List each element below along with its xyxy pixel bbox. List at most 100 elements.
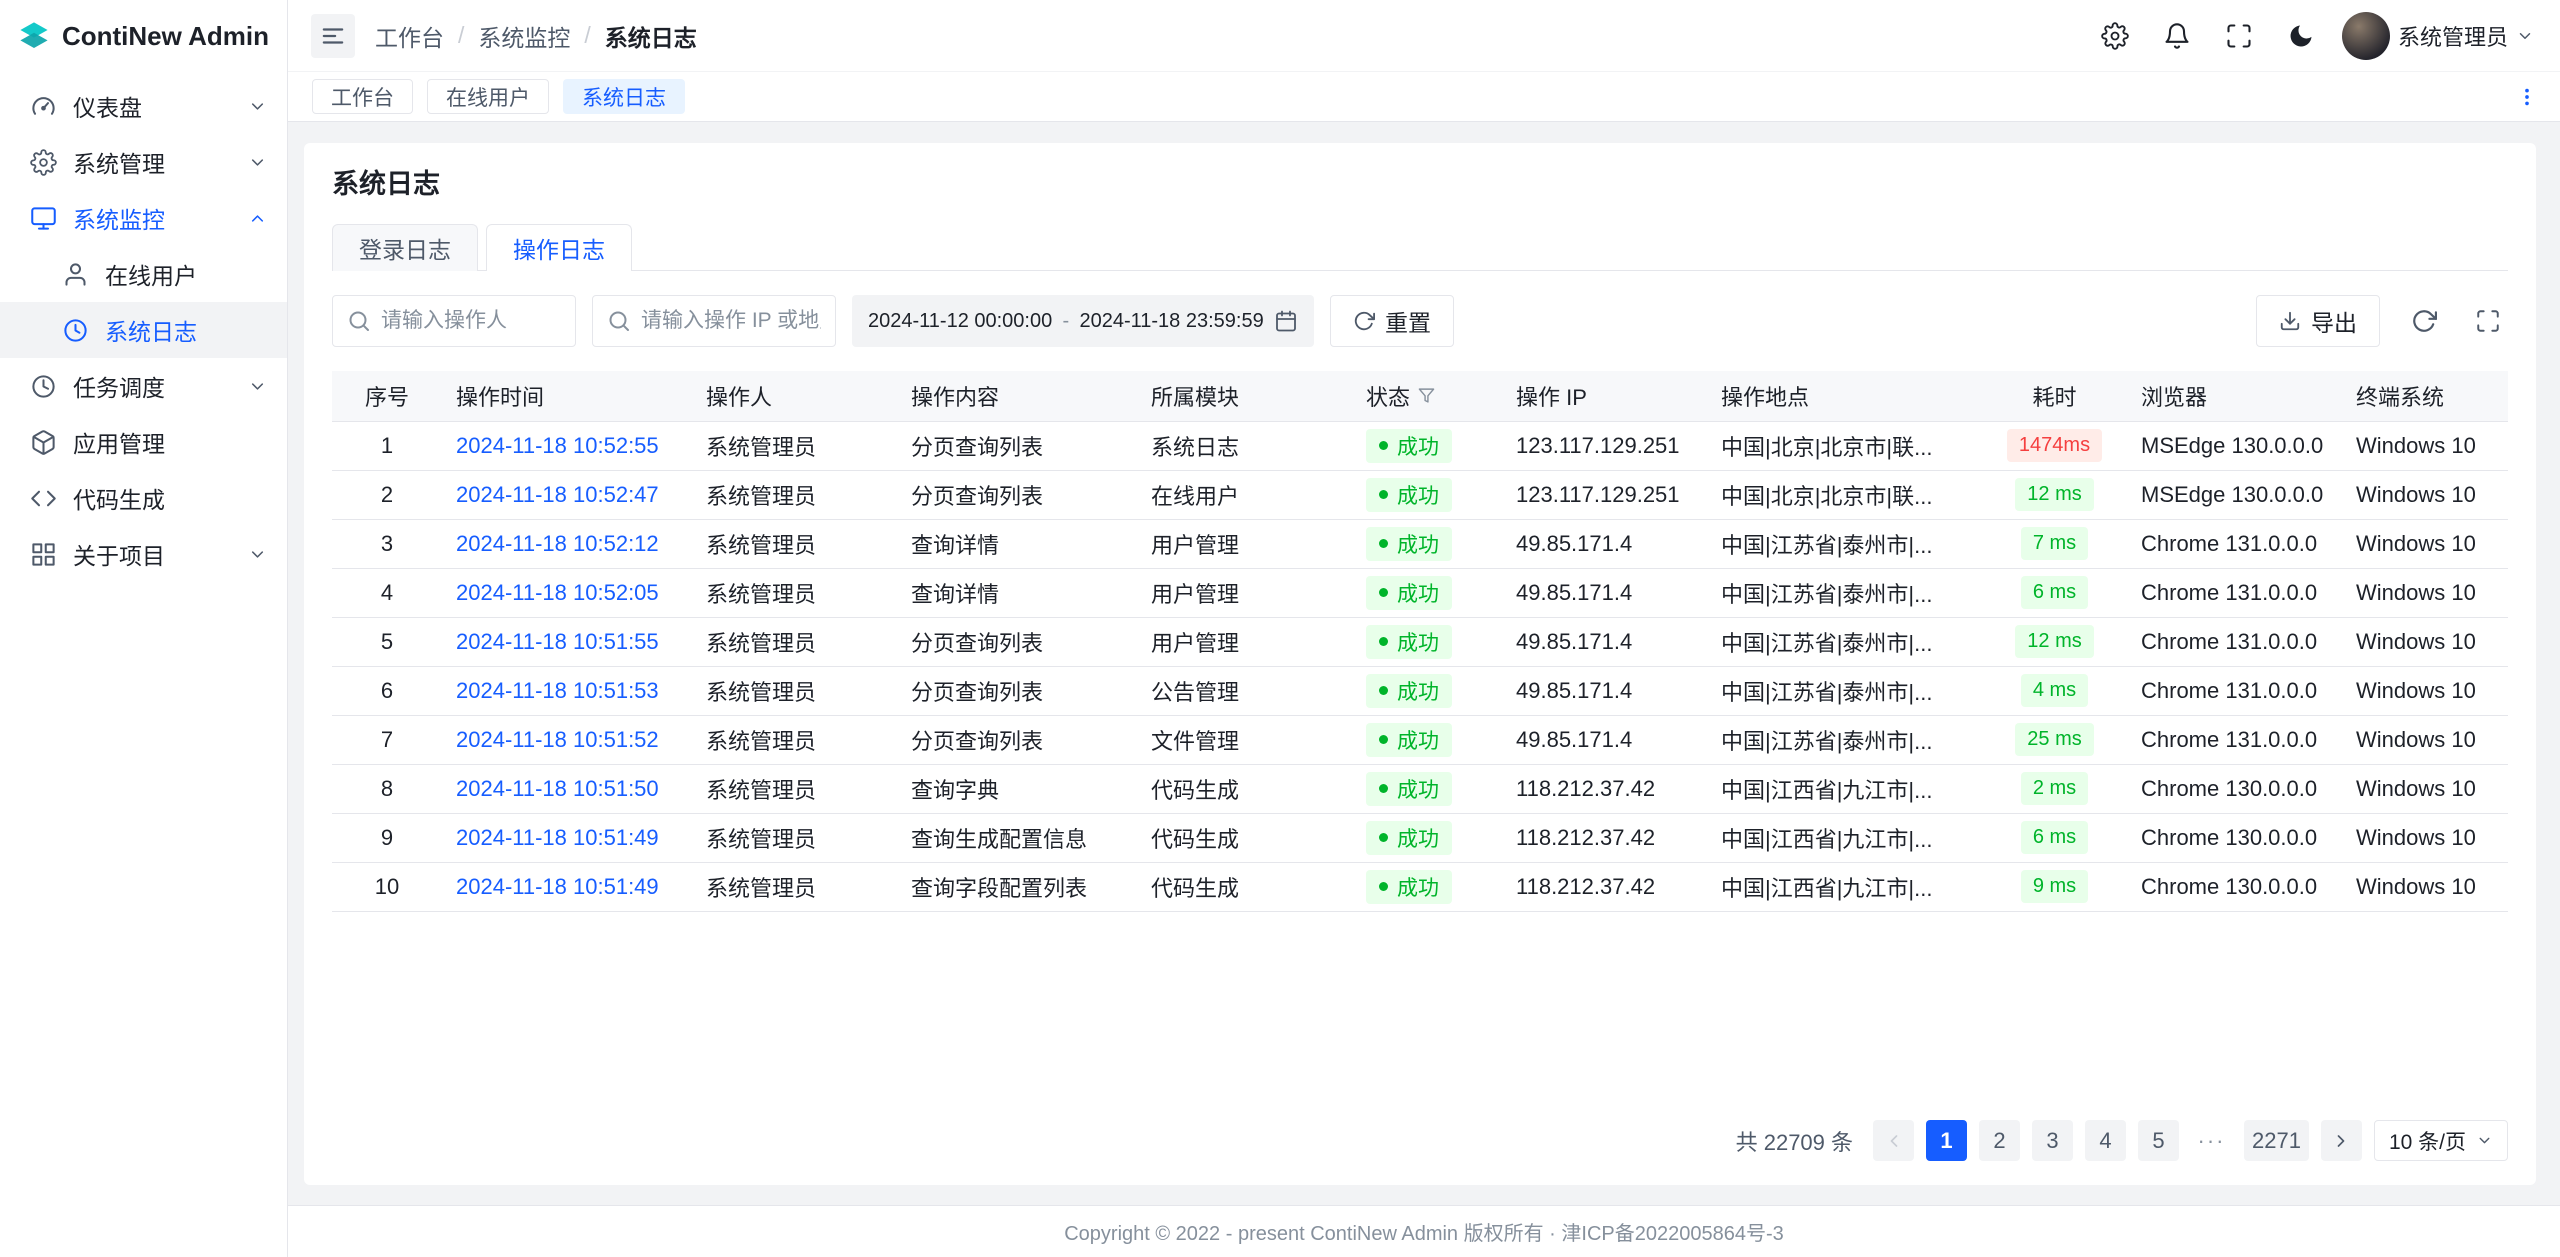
filter-funnel-icon[interactable] xyxy=(1418,387,1435,404)
refresh-table-button[interactable] xyxy=(2404,301,2444,341)
page-size-select[interactable]: 10 条/页 xyxy=(2374,1120,2508,1161)
cell-os: Windows 10 xyxy=(2342,715,2508,764)
next-page-button[interactable] xyxy=(2321,1120,2362,1161)
status-badge: 成功 xyxy=(1366,674,1452,708)
breadcrumb-item[interactable]: 工作台 xyxy=(375,19,444,53)
refresh-icon xyxy=(1353,310,1375,332)
ip-search-input[interactable] xyxy=(641,309,821,333)
time-link[interactable]: 2024-11-18 10:51:55 xyxy=(456,629,659,654)
cell-location: 中国|江苏省|泰州市|... xyxy=(1707,568,1982,617)
page-button-last[interactable]: 2271 xyxy=(2244,1120,2309,1161)
cell-no: 6 xyxy=(332,666,442,715)
filter-bar: 2024-11-12 00:00:00 - 2024-11-18 23:59:5… xyxy=(332,295,2508,347)
duration-badge: 6 ms xyxy=(2021,821,2088,854)
operator-search-input[interactable] xyxy=(381,309,561,333)
time-link[interactable]: 2024-11-18 10:52:55 xyxy=(456,433,659,458)
chevron-down-icon xyxy=(248,545,267,564)
time-link[interactable]: 2024-11-18 10:51:49 xyxy=(456,825,659,850)
page-button-3[interactable]: 3 xyxy=(2032,1120,2073,1161)
cell-no: 7 xyxy=(332,715,442,764)
notifications-button[interactable] xyxy=(2156,15,2198,57)
time-link[interactable]: 2024-11-18 10:52:12 xyxy=(456,531,659,556)
sidebar-item-dashboard[interactable]: 仪表盘 xyxy=(0,78,287,134)
cell-duration: 1474ms xyxy=(1982,421,2127,470)
cell-ip: 118.212.37.42 xyxy=(1502,764,1707,813)
cell-module: 公告管理 xyxy=(1137,666,1352,715)
sidebar-item-label: 在线用户 xyxy=(105,257,267,291)
export-button[interactable]: 导出 xyxy=(2256,295,2380,347)
duration-badge: 25 ms xyxy=(2015,723,2093,756)
cell-ip: 49.85.171.4 xyxy=(1502,666,1707,715)
cell-browser: Chrome 131.0.0.0 xyxy=(2127,617,2342,666)
sidebar-item-code-generation[interactable]: 代码生成 xyxy=(0,470,287,526)
collapse-sidebar-button[interactable] xyxy=(311,14,355,58)
reset-button[interactable]: 重置 xyxy=(1330,295,1454,347)
col-module: 所属模块 xyxy=(1137,371,1352,421)
cell-os: Windows 10 xyxy=(2342,421,2508,470)
system-log-card: 系统日志 登录日志 操作日志 2024-11-12 00:00: xyxy=(304,143,2536,1185)
time-link[interactable]: 2024-11-18 10:52:05 xyxy=(456,580,659,605)
status-dot xyxy=(1379,686,1388,695)
cell-ip: 49.85.171.4 xyxy=(1502,617,1707,666)
col-status[interactable]: 状态 xyxy=(1352,371,1502,421)
time-link[interactable]: 2024-11-18 10:51:53 xyxy=(456,678,659,703)
date-range-picker[interactable]: 2024-11-12 00:00:00 - 2024-11-18 23:59:5… xyxy=(852,295,1314,347)
sidebar-item-system-management[interactable]: 系统管理 xyxy=(0,134,287,190)
cell-location: 中国|北京|北京市|联... xyxy=(1707,421,1982,470)
page-button-5[interactable]: 5 xyxy=(2138,1120,2179,1161)
gear-icon xyxy=(30,149,57,176)
duration-badge: 1474ms xyxy=(2007,429,2102,462)
fullscreen-table-button[interactable] xyxy=(2468,301,2508,341)
cell-content: 查询详情 xyxy=(897,568,1137,617)
col-time: 操作时间 xyxy=(442,371,692,421)
sidebar-item-system-logs[interactable]: 系统日志 xyxy=(0,302,287,358)
col-content: 操作内容 xyxy=(897,371,1137,421)
sidebar-item-system-monitor[interactable]: 系统监控 xyxy=(0,190,287,246)
prev-page-button[interactable] xyxy=(1873,1120,1914,1161)
route-tab-workbench[interactable]: 工作台 xyxy=(312,79,413,114)
dark-mode-button[interactable] xyxy=(2280,15,2322,57)
cell-operator: 系统管理员 xyxy=(692,617,897,666)
cell-content: 查询详情 xyxy=(897,519,1137,568)
cell-operator: 系统管理员 xyxy=(692,421,897,470)
tab-login-logs[interactable]: 登录日志 xyxy=(332,224,478,271)
route-tab-online-users[interactable]: 在线用户 xyxy=(427,79,549,114)
page-button-2[interactable]: 2 xyxy=(1979,1120,2020,1161)
cell-ip: 49.85.171.4 xyxy=(1502,715,1707,764)
operator-search-field[interactable] xyxy=(332,295,576,347)
cell-status: 成功 xyxy=(1352,764,1502,813)
cell-time: 2024-11-18 10:52:47 xyxy=(442,470,692,519)
time-link[interactable]: 2024-11-18 10:52:47 xyxy=(456,482,659,507)
cell-time: 2024-11-18 10:52:55 xyxy=(442,421,692,470)
sidebar-item-app-management[interactable]: 应用管理 xyxy=(0,414,287,470)
sidebar-item-label: 系统管理 xyxy=(73,145,232,179)
user-menu[interactable]: 系统管理员 xyxy=(2342,12,2534,60)
time-link[interactable]: 2024-11-18 10:51:52 xyxy=(456,727,659,752)
cell-module: 系统日志 xyxy=(1137,421,1352,470)
cell-status: 成功 xyxy=(1352,666,1502,715)
breadcrumb-item[interactable]: 系统监控 xyxy=(478,19,570,53)
ip-search-field[interactable] xyxy=(592,295,836,347)
page-button-1[interactable]: 1 xyxy=(1926,1120,1967,1161)
sidebar-item-task-scheduler[interactable]: 任务调度 xyxy=(0,358,287,414)
time-link[interactable]: 2024-11-18 10:51:50 xyxy=(456,776,659,801)
time-link[interactable]: 2024-11-18 10:51:49 xyxy=(456,874,659,899)
cell-browser: Chrome 130.0.0.0 xyxy=(2127,862,2342,911)
expand-icon xyxy=(2475,308,2501,334)
sidebar-item-online-users[interactable]: 在线用户 xyxy=(0,246,287,302)
main-column: 工作台 / 系统监控 / 系统日志 系统管理员 xyxy=(288,0,2560,1257)
cell-status: 成功 xyxy=(1352,421,1502,470)
fullscreen-button[interactable] xyxy=(2218,15,2260,57)
refresh-icon xyxy=(2411,308,2437,334)
sidebar-item-about-project[interactable]: 关于项目 xyxy=(0,526,287,582)
tab-actions-button[interactable] xyxy=(2512,82,2542,112)
cell-os: Windows 10 xyxy=(2342,519,2508,568)
status-badge: 成功 xyxy=(1366,723,1452,757)
col-operator: 操作人 xyxy=(692,371,897,421)
page-ellipsis[interactable]: ··· xyxy=(2191,1120,2232,1161)
logo: ContiNew Admin xyxy=(0,0,287,72)
page-button-4[interactable]: 4 xyxy=(2085,1120,2126,1161)
settings-button[interactable] xyxy=(2094,15,2136,57)
route-tab-system-logs[interactable]: 系统日志 xyxy=(563,79,685,114)
tab-operation-logs[interactable]: 操作日志 xyxy=(486,224,632,271)
